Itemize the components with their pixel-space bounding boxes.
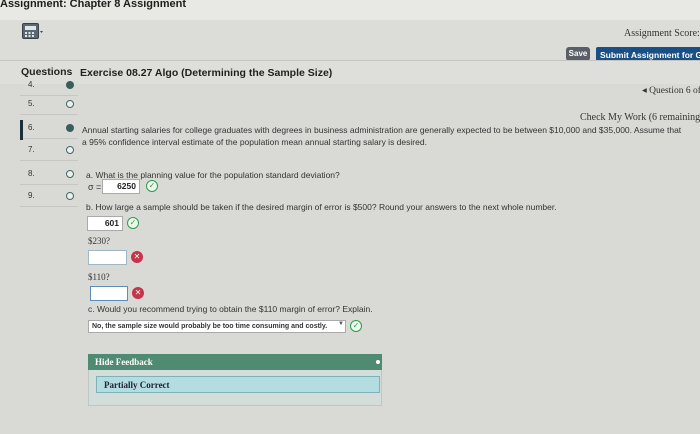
sample-size-500-input[interactable]: 601 xyxy=(87,216,123,231)
question-number: 7. xyxy=(28,145,35,154)
margin-110-label: $110? xyxy=(88,272,110,282)
sidebar-question-6[interactable]: 6. xyxy=(20,120,78,139)
sample-size-230-input[interactable] xyxy=(88,250,127,265)
prompt-line-1: Annual starting salaries for college gra… xyxy=(82,125,682,135)
correct-check-icon: ✓ xyxy=(350,320,362,332)
margin-230-label: $230? xyxy=(88,236,110,246)
sigma-input[interactable]: 6250 xyxy=(102,179,140,194)
page-title: Assignment: Chapter 8 Assignment xyxy=(0,0,187,10)
sidebar-question-9[interactable]: 9. xyxy=(20,188,78,207)
status-open-icon xyxy=(66,146,74,154)
status-complete-icon xyxy=(66,124,74,132)
check-my-work-link[interactable]: Check My Work (6 remaining) xyxy=(580,112,700,123)
exercise-title: Exercise 08.27 Algo (Determining the Sam… xyxy=(80,67,333,79)
toolbar xyxy=(0,20,700,60)
hide-feedback-label[interactable]: Hide Feedback xyxy=(95,357,153,367)
status-open-icon xyxy=(66,100,74,108)
incorrect-x-icon: ✕ xyxy=(132,287,144,299)
prompt-line-2: a 95% confidence interval estimate of th… xyxy=(82,137,427,147)
question-prompt: Annual starting salaries for college gra… xyxy=(82,124,700,148)
sidebar-question-5[interactable]: 5. xyxy=(20,96,78,115)
question-number: 4. xyxy=(28,80,35,89)
question-number: 5. xyxy=(28,99,35,108)
chevron-down-icon[interactable]: ▼ xyxy=(338,321,344,327)
status-open-icon xyxy=(66,170,74,178)
explanation-select[interactable]: No, the sample size would probably be to… xyxy=(88,320,346,333)
question-number: 6. xyxy=(28,123,35,132)
incorrect-x-icon: ✕ xyxy=(131,251,143,263)
active-question-indicator xyxy=(20,120,23,140)
status-open-icon xyxy=(66,192,74,200)
feedback-dot-icon xyxy=(376,360,380,364)
part-b-question: b. How large a sample should be taken if… xyxy=(86,202,557,212)
sidebar-question-4[interactable]: 4. xyxy=(20,77,78,96)
question-number: 9. xyxy=(28,191,35,200)
status-complete-icon xyxy=(66,81,74,89)
assignment-score: Assignment Score: 3 xyxy=(624,28,700,39)
sidebar-question-7[interactable]: 7. xyxy=(20,142,78,161)
sidebar-question-8[interactable]: 8. xyxy=(20,166,78,185)
feedback-status: Partially Correct xyxy=(96,376,380,393)
part-c-question: c. Would you recommend trying to obtain … xyxy=(88,304,373,314)
save-button[interactable]: Save xyxy=(566,47,590,61)
correct-check-icon: ✓ xyxy=(146,180,158,192)
question-sidebar: 4. 5. 6. 7. 8. 9. xyxy=(0,80,78,434)
sample-size-110-input[interactable] xyxy=(90,286,128,301)
calculator-icon[interactable] xyxy=(22,23,44,40)
sigma-label: σ = xyxy=(88,182,102,192)
correct-check-icon: ✓ xyxy=(127,217,139,229)
question-number: 8. xyxy=(28,169,35,178)
question-nav[interactable]: ◂ Question 6 of xyxy=(642,85,700,96)
